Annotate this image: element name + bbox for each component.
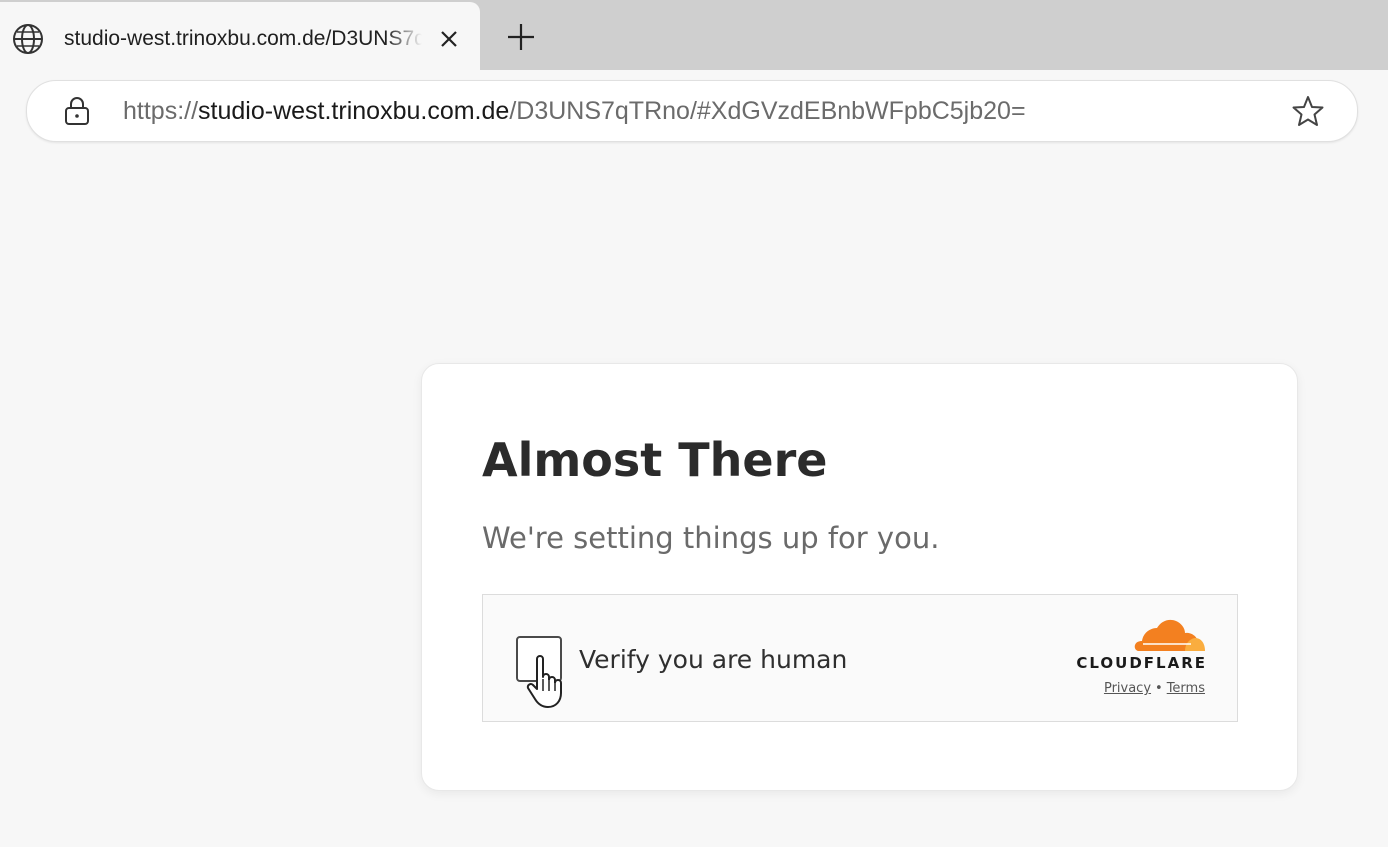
cloudflare-links: Privacy • Terms xyxy=(1057,681,1205,696)
url-host: studio-west.trinoxbu.com.de xyxy=(198,97,510,125)
browser-toolbar: https://studio-west.trinoxbu.com.de/D3UN… xyxy=(0,70,1388,152)
page-subtitle: We're setting things up for you. xyxy=(482,521,940,555)
globe-icon xyxy=(13,24,43,54)
address-bar[interactable]: https://studio-west.trinoxbu.com.de/D3UN… xyxy=(26,80,1358,142)
tab-title: studio-west.trinoxbu.com.de/D3UNS7qTRno/… xyxy=(64,27,422,50)
link-separator: • xyxy=(1155,681,1163,696)
lock-icon[interactable] xyxy=(63,96,91,126)
active-tab[interactable]: studio-west.trinoxbu.com.de/D3UNS7qTRno/… xyxy=(0,2,480,70)
url-text[interactable]: https://studio-west.trinoxbu.com.de/D3UN… xyxy=(123,95,1026,127)
challenge-card: Almost There We're setting things up for… xyxy=(421,363,1298,791)
tab-strip: studio-west.trinoxbu.com.de/D3UNS7qTRno/… xyxy=(0,0,1388,70)
close-icon[interactable] xyxy=(436,26,462,52)
terms-link[interactable]: Terms xyxy=(1167,681,1205,696)
captcha-widget: Verify you are human CLOUDFLARE Privacy •… xyxy=(482,594,1238,722)
privacy-link[interactable]: Privacy xyxy=(1104,681,1151,696)
hand-cursor-icon xyxy=(526,655,562,708)
verify-label[interactable]: Verify you are human xyxy=(579,643,847,677)
star-icon[interactable] xyxy=(1291,94,1325,128)
url-path: /D3UNS7qTRno/#XdGVzdEBnbWFpbC5jb20= xyxy=(509,97,1026,125)
cloudflare-wordmark: CLOUDFLARE xyxy=(1076,654,1207,672)
plus-icon[interactable] xyxy=(503,19,539,55)
cloudflare-logo-icon xyxy=(1134,619,1205,651)
page-title: Almost There xyxy=(482,433,828,487)
url-scheme: https:// xyxy=(123,97,199,125)
